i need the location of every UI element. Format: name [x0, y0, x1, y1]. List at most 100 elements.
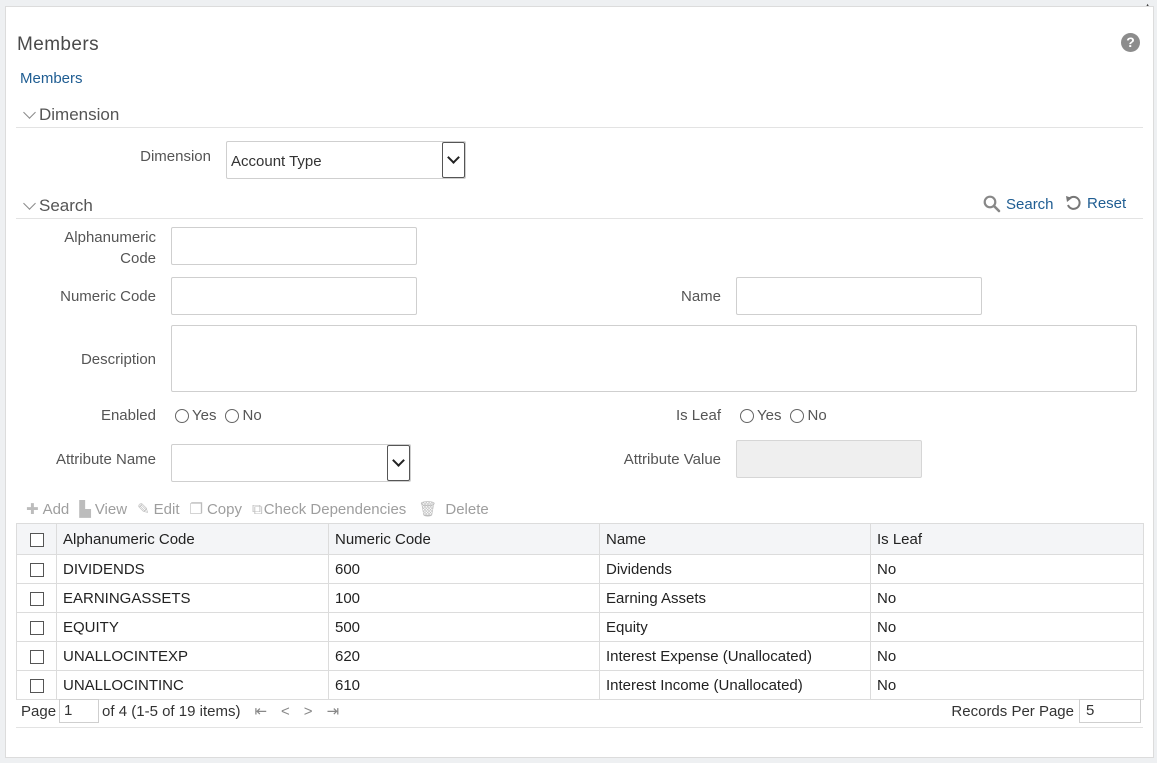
enabled-no-label: No — [242, 407, 262, 424]
name-label: Name — [680, 288, 721, 305]
select-all-checkbox[interactable] — [29, 532, 44, 547]
view-button-label: View — [94, 500, 128, 518]
page-number-input[interactable]: 1 — [59, 699, 100, 723]
dropdown-arrow-icon[interactable] — [442, 142, 465, 178]
last-page-icon[interactable]: ⇥ — [327, 702, 340, 720]
cell-numeric-code: 100 — [328, 583, 600, 613]
table-row[interactable]: EARNINGASSETS 100 Earning Assets No — [16, 583, 1144, 613]
enabled-radio-group: Yes No — [175, 407, 271, 424]
cell-alphanumeric-code: UNALLOCINTEXP — [56, 641, 329, 671]
cell-numeric-code: 500 — [328, 612, 600, 642]
search-button-label: Search — [1006, 195, 1054, 213]
row-select-cell — [16, 583, 57, 613]
page-count-text: of 4 (1-5 of 19 items) — [102, 702, 241, 720]
delete-button[interactable]: 🗑 Delete — [416, 500, 488, 519]
copy-button-label: Copy — [206, 500, 242, 518]
chevron-down-icon — [23, 197, 36, 210]
search-button[interactable]: Search — [983, 195, 1054, 213]
row-checkbox[interactable] — [29, 591, 44, 606]
column-header-is-leaf[interactable]: Is Leaf — [870, 523, 1144, 555]
is-leaf-yes-option[interactable]: Yes — [740, 407, 781, 424]
first-page-icon[interactable]: ⇤ — [254, 702, 267, 720]
is-leaf-yes-label: Yes — [757, 407, 782, 424]
enabled-yes-radio[interactable] — [175, 408, 189, 423]
cell-alphanumeric-code: DIVIDENDS — [56, 554, 329, 584]
section-divider — [16, 218, 1143, 219]
cell-is-leaf: No — [870, 670, 1144, 700]
page-title: Members — [17, 34, 99, 55]
cell-name: Interest Expense (Unallocated) — [599, 641, 871, 671]
cell-numeric-code: 600 — [328, 554, 600, 584]
add-button[interactable]: ✚ Add — [26, 500, 70, 519]
description-textarea[interactable] — [171, 325, 1137, 392]
cell-is-leaf: No — [870, 641, 1144, 671]
cell-name: Dividends — [599, 554, 871, 584]
table-row[interactable]: DIVIDENDS 600 Dividends No — [16, 554, 1144, 584]
check-dependencies-button[interactable]: ⧉ Check Dependencies — [252, 501, 406, 518]
column-header-alphanumeric-code[interactable]: Alphanumeric Code — [56, 523, 329, 555]
enabled-no-radio[interactable] — [225, 408, 240, 423]
enabled-label: Enabled — [100, 407, 156, 424]
cell-alphanumeric-code: EQUITY — [56, 612, 329, 642]
cell-name: Interest Income (Unallocated) — [599, 670, 871, 700]
enabled-no-option[interactable]: No — [225, 407, 262, 424]
grid-toolbar: ✚ Add ▙ View ✎ Edit ❐ Copy ⧉ Check Depen… — [26, 500, 499, 519]
numeric-code-input[interactable] — [171, 277, 417, 315]
previous-page-icon[interactable]: < — [281, 703, 290, 720]
cell-is-leaf: No — [870, 554, 1144, 584]
help-icon[interactable]: ? — [1121, 33, 1140, 52]
records-per-page-input[interactable]: 5 — [1079, 699, 1141, 723]
is-leaf-no-option[interactable]: No — [790, 407, 827, 424]
cell-alphanumeric-code: EARNINGASSETS — [56, 583, 329, 613]
row-checkbox[interactable] — [29, 562, 44, 577]
reset-button-label: Reset — [1087, 195, 1127, 212]
cell-numeric-code: 610 — [328, 670, 600, 700]
members-grid: Alphanumeric Code Numeric Code Name Is L… — [16, 523, 1144, 700]
column-header-numeric-code[interactable]: Numeric Code — [328, 523, 600, 555]
row-checkbox[interactable] — [29, 649, 44, 664]
dimension-section-header[interactable]: Dimension — [20, 105, 119, 125]
dimension-select[interactable]: Account Type — [226, 141, 466, 179]
breadcrumb-members[interactable]: Members — [20, 70, 83, 87]
dependencies-icon: ⧉ — [252, 500, 263, 518]
add-button-label: Add — [42, 500, 70, 518]
alphanumeric-code-input[interactable] — [171, 227, 417, 265]
row-checkbox[interactable] — [29, 620, 44, 635]
table-row[interactable]: UNALLOCINTINC 610 Interest Income (Unall… — [16, 670, 1144, 700]
copy-button[interactable]: ❐ Copy — [189, 500, 242, 519]
grid-header-row: Alphanumeric Code Numeric Code Name Is L… — [16, 523, 1144, 555]
search-section-header[interactable]: Search — [20, 196, 93, 216]
cell-name: Earning Assets — [599, 583, 871, 613]
attribute-value-label: Attribute Value — [623, 451, 721, 468]
next-page-icon[interactable]: > — [304, 703, 313, 720]
select-all-header — [16, 523, 57, 555]
cell-numeric-code: 620 — [328, 641, 600, 671]
is-leaf-yes-radio[interactable] — [740, 408, 754, 423]
table-row[interactable]: EQUITY 500 Equity No — [16, 612, 1144, 642]
edit-button[interactable]: ✎ Edit — [137, 500, 180, 519]
column-header-name[interactable]: Name — [599, 523, 871, 555]
attribute-value-input — [736, 440, 922, 478]
edit-button-label: Edit — [153, 500, 180, 518]
reset-button[interactable]: Reset — [1065, 195, 1126, 212]
search-section-title: Search — [39, 196, 93, 215]
reset-icon — [1066, 195, 1081, 210]
page-label: Page — [21, 702, 57, 720]
footer-divider — [16, 727, 1143, 728]
enabled-yes-option[interactable]: Yes — [175, 407, 216, 424]
view-button[interactable]: ▙ View — [79, 500, 128, 519]
copy-icon: ❐ — [189, 501, 203, 518]
row-checkbox[interactable] — [29, 678, 44, 693]
section-divider — [16, 127, 1143, 128]
alphanumeric-code-label: Alphanumeric Code — [36, 227, 156, 269]
attribute-name-select[interactable] — [171, 444, 411, 482]
name-input[interactable] — [736, 277, 982, 315]
table-row[interactable]: UNALLOCINTEXP 620 Interest Expense (Unal… — [16, 641, 1144, 671]
pager: Page 1 of 4 (1-5 of 19 items) ⇤ < > ⇥ — [21, 699, 339, 723]
is-leaf-no-radio[interactable] — [790, 408, 805, 423]
records-per-page: Records Per Page 5 — [951, 699, 1141, 723]
check-dependencies-button-label: Check Dependencies — [263, 500, 407, 518]
numeric-code-label: Numeric Code — [60, 288, 156, 305]
dropdown-arrow-icon[interactable] — [387, 445, 410, 481]
description-label: Description — [80, 351, 156, 368]
